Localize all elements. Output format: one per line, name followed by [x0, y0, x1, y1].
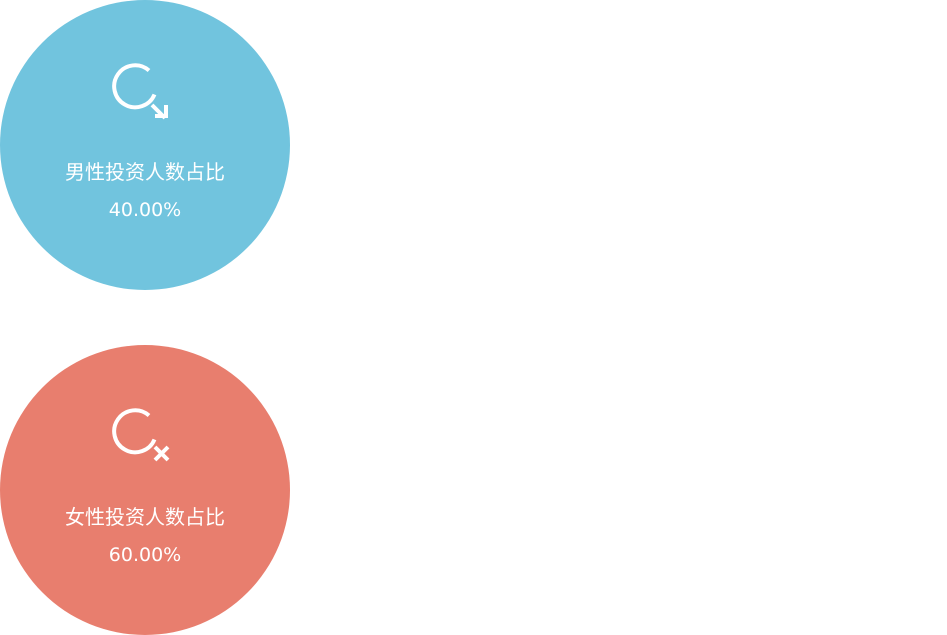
male-stat-label: 男性投资人数占比 [65, 160, 225, 184]
male-symbol-icon [110, 58, 172, 120]
female-stat-label: 女性投资人数占比 [65, 505, 225, 529]
female-stat-value: 60.00% [108, 544, 182, 566]
male-stat-value: 40.00% [108, 199, 182, 221]
female-symbol-icon [110, 403, 172, 465]
male-stat-circle: 男性投资人数占比 40.00% [0, 0, 290, 290]
female-stat-circle: 女性投资人数占比 60.00% [0, 345, 290, 635]
gender-stats-panel: 男性投资人数占比 40.00% 女性投资人数占比 60.00% [0, 0, 947, 635]
